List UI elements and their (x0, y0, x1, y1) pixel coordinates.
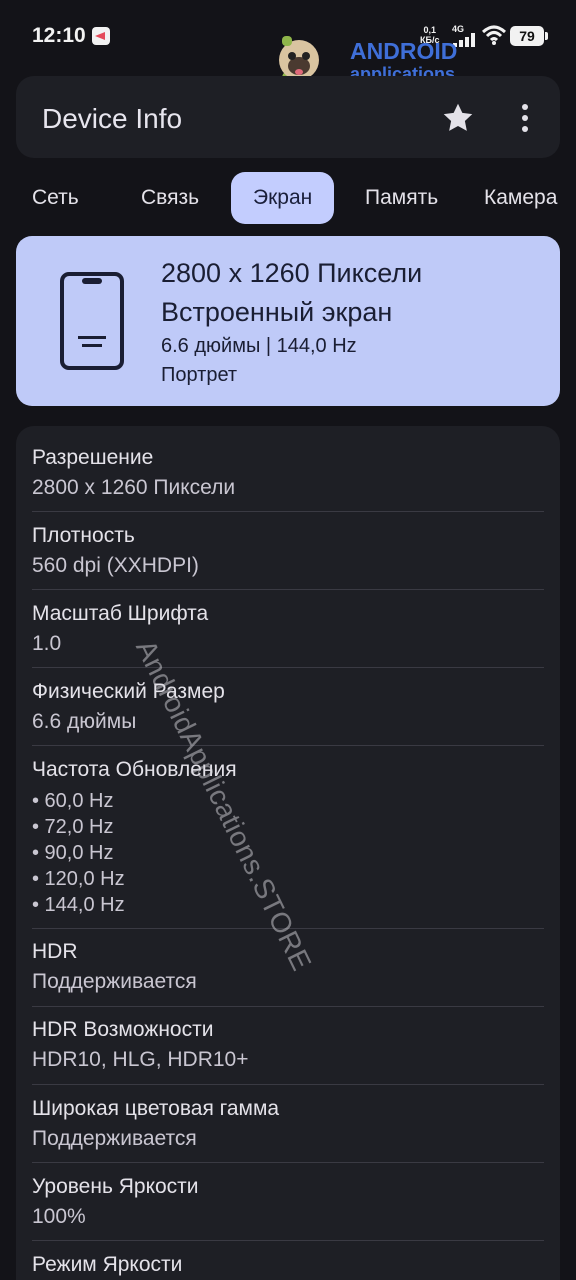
more-options-icon[interactable] (510, 100, 540, 136)
list-item: Уровень Яркости 100% (32, 1175, 544, 1229)
divider (32, 1240, 544, 1241)
list-item: HDR Возможности HDR10, HLG, HDR10+ (32, 1018, 544, 1072)
tab-memory[interactable]: Память (365, 172, 438, 224)
refresh-rate-item: • 60,0 Hz (32, 790, 114, 812)
list-item: Масштаб Шрифта 1.0 (32, 602, 544, 656)
detail-label: Разрешение (32, 446, 154, 469)
detail-value: Поддерживается (32, 1127, 197, 1150)
detail-value: 560 dpi (XXHDPI) (32, 554, 199, 577)
divider (32, 1084, 544, 1085)
detail-label: Уровень Яркости (32, 1175, 199, 1198)
wifi-icon (481, 25, 507, 45)
star-favorite-icon[interactable] (440, 100, 476, 136)
tab-camera[interactable]: Камера (484, 172, 576, 224)
refresh-rate-item: • 120,0 Hz (32, 868, 125, 890)
divider (32, 667, 544, 668)
tab-display[interactable]: Экран (231, 172, 335, 224)
detail-value: HDR10, HLG, HDR10+ (32, 1048, 249, 1071)
status-time: 12:10 (32, 24, 86, 47)
refresh-rate-item: • 90,0 Hz (32, 842, 114, 864)
app-title: Device Info (42, 103, 183, 134)
watermark-brand: ANDROID (350, 38, 458, 64)
list-item: Разрешение 2800 x 1260 Пиксели (32, 446, 544, 500)
divider (32, 745, 544, 746)
list-item: Широкая цветовая гамма Поддерживается (32, 1097, 544, 1151)
divider (32, 589, 544, 590)
detail-label: Частота Обновления (32, 758, 237, 781)
detail-label: Физический Размер (32, 680, 225, 703)
list-item: Физический Размер 6.6 дюймы (32, 680, 544, 734)
app-bar: Device Info (16, 76, 560, 158)
summary-orientation: Портрет (161, 364, 238, 386)
detail-value: 2800 x 1260 Пиксели (32, 476, 236, 499)
divider (32, 1006, 544, 1007)
divider (32, 511, 544, 512)
detail-label: Плотность (32, 524, 135, 547)
summary-size-refresh: 6.6 дюймы | 144,0 Hz (161, 335, 357, 357)
battery-indicator: 79 (510, 26, 548, 46)
detail-label: HDR Возможности (32, 1018, 214, 1041)
summary-display-type: Встроенный экран (161, 297, 393, 327)
detail-label: Режим Яркости (32, 1253, 183, 1276)
tab-connectivity[interactable]: Связь (141, 172, 199, 224)
detail-value: 1.0 (32, 632, 62, 655)
detail-label: Широкая цветовая гамма (32, 1097, 280, 1120)
list-item: Плотность 560 dpi (XXHDPI) (32, 524, 544, 578)
list-item: Режим Яркости (32, 1253, 544, 1277)
detail-value: 6.6 дюймы (32, 710, 137, 733)
summary-resolution: 2800 x 1260 Пиксели (161, 258, 423, 288)
refresh-rate-item: • 72,0 Hz (32, 816, 114, 838)
divider (32, 1162, 544, 1163)
list-item: Частота Обновления • 60,0 Hz • 72,0 Hz •… (32, 758, 544, 918)
network-speed-value: 0,1 (423, 25, 436, 35)
display-summary-card: 2800 x 1260 Пиксели Встроенный экран 6.6… (16, 236, 560, 406)
display-details-list: Разрешение 2800 x 1260 Пиксели Плотность… (16, 426, 560, 1280)
phone-screen-icon (60, 272, 124, 370)
navigation-arrow-icon (92, 27, 110, 45)
detail-value: 100% (32, 1205, 86, 1228)
detail-label: Масштаб Шрифта (32, 602, 209, 625)
tab-network[interactable]: Сеть (32, 172, 79, 224)
tab-bar: Сеть Связь Экран Память Камера (0, 170, 576, 226)
